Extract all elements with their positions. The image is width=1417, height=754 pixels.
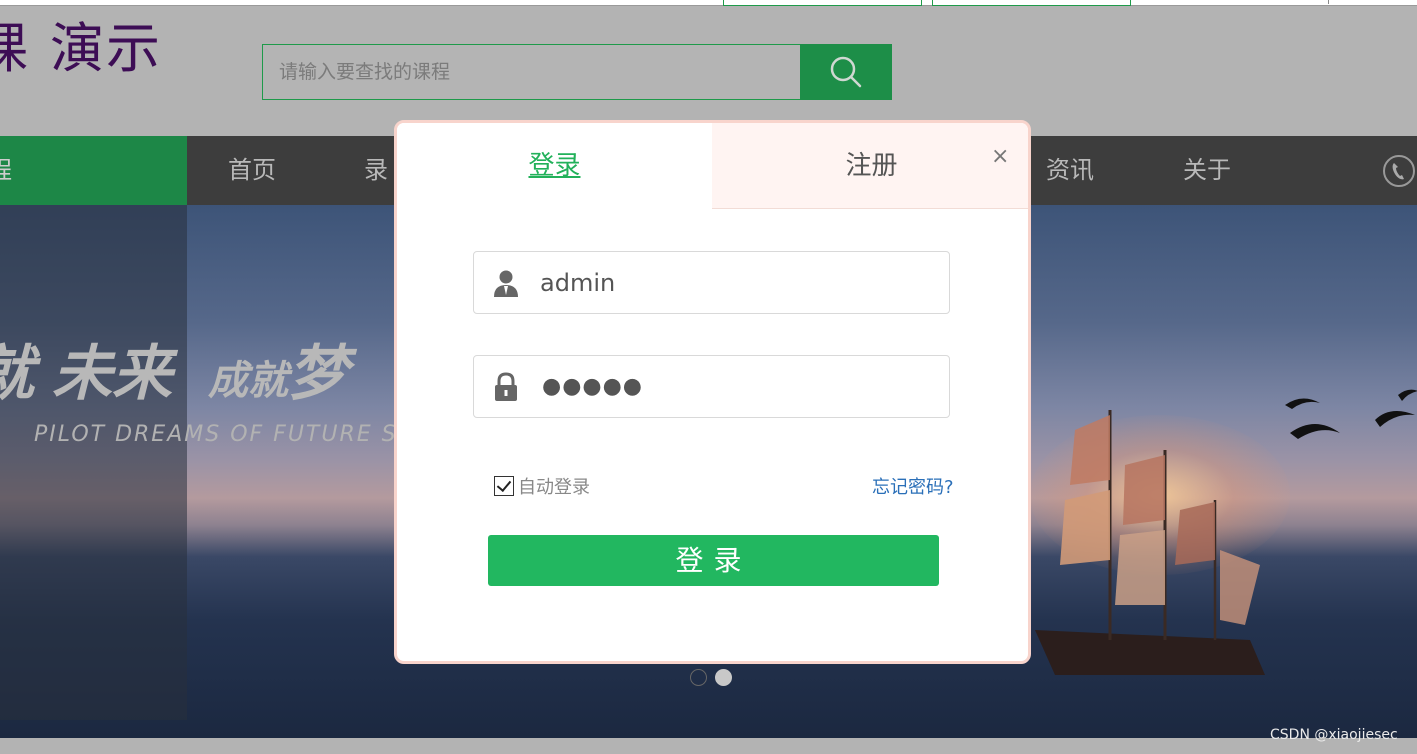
search-button[interactable] bbox=[800, 44, 892, 100]
top-button-2[interactable] bbox=[932, 0, 1131, 6]
nav-item-courses[interactable]: 程 bbox=[0, 136, 187, 205]
birds-image bbox=[1285, 389, 1417, 439]
banner-slogan-right: 成就梦 bbox=[208, 339, 348, 409]
bottom-bar bbox=[0, 738, 1417, 754]
user-icon bbox=[494, 270, 518, 297]
password-field[interactable]: ●●●●● bbox=[473, 355, 950, 418]
login-modal: 登录 注册 × ●●●●● 自动登录 忘记密码? 登录 bbox=[394, 120, 1031, 664]
lock-icon bbox=[495, 372, 517, 401]
watermark: CSDN @xiaojiesec bbox=[1270, 727, 1398, 743]
nav-item-news[interactable]: 资讯 bbox=[1046, 136, 1094, 205]
login-button[interactable]: 登录 bbox=[488, 535, 939, 586]
banner-slogan-en: PILOT DREAMS OF FUTURE S bbox=[34, 422, 398, 447]
site-logo[interactable]: 课演示 bbox=[0, 18, 162, 80]
carousel-dots bbox=[690, 669, 732, 686]
remember-checkbox[interactable] bbox=[494, 476, 514, 496]
remember-me[interactable]: 自动登录 bbox=[494, 473, 590, 499]
username-field[interactable] bbox=[473, 251, 950, 314]
nav-item-about[interactable]: 关于 bbox=[1183, 136, 1231, 205]
phone-icon[interactable] bbox=[1383, 155, 1415, 187]
carousel-dot-1[interactable] bbox=[690, 669, 707, 686]
search-icon bbox=[830, 56, 862, 88]
close-icon[interactable]: × bbox=[991, 145, 1009, 169]
forgot-password-link[interactable]: 忘记密码? bbox=[872, 473, 954, 499]
search-input[interactable] bbox=[262, 44, 801, 100]
password-input[interactable]: ●●●●● bbox=[542, 356, 643, 417]
nav-item-home[interactable]: 首页 bbox=[228, 136, 276, 205]
nav-item-record[interactable]: 录 bbox=[364, 136, 388, 205]
top-divider bbox=[1328, 0, 1329, 4]
left-overlay bbox=[0, 205, 187, 720]
tab-register[interactable]: 注册 bbox=[712, 123, 1028, 209]
ship-image bbox=[1035, 410, 1265, 675]
site-logo-text: 演示 bbox=[50, 17, 162, 80]
carousel-dot-2[interactable] bbox=[715, 669, 732, 686]
banner-slogan-left: 就未来 bbox=[0, 339, 172, 409]
tab-login[interactable]: 登录 bbox=[397, 123, 712, 209]
remember-label: 自动登录 bbox=[518, 477, 590, 498]
top-button-1[interactable] bbox=[723, 0, 922, 6]
username-input[interactable] bbox=[540, 252, 940, 313]
top-strip bbox=[0, 0, 1417, 6]
